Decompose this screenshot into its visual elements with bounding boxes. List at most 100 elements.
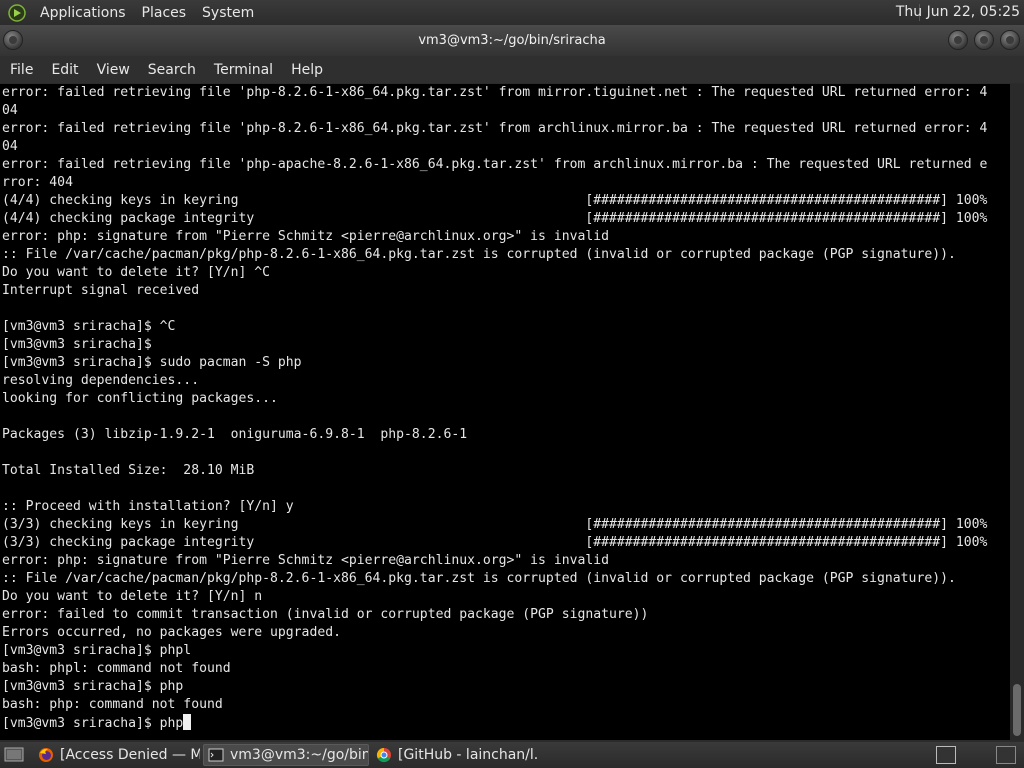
terminal-cursor [183,714,192,730]
workspace-switcher-icon[interactable] [996,746,1016,764]
terminal-line-text: error: failed retrieving file 'php-8.2.6… [2,85,988,100]
close-icon[interactable] [1000,30,1020,50]
terminal-line-text: error: failed to commit transaction (inv… [2,607,649,622]
menu-view[interactable]: View [89,62,138,78]
window-menu-icon[interactable] [3,30,23,50]
terminal-line: Total Installed Size: 28.10 MiB [2,462,1010,480]
terminal-line-text: bash: phpl: command not found [2,661,231,676]
terminal-line-text: (3/3) checking keys in keyring [########… [2,517,988,532]
terminal-line-text: looking for conflicting packages... [2,391,278,406]
terminal-line: looking for conflicting packages... [2,390,1010,408]
terminal-output[interactable]: error: failed retrieving file 'php-8.2.6… [0,84,1010,740]
terminal-line: [vm3@vm3 sriracha]$ [2,336,1010,354]
menu-terminal[interactable]: Terminal [206,62,281,78]
terminal-line-text: rror: 404 [2,175,73,190]
minimize-icon[interactable] [948,30,968,50]
terminal-line-text: Total Installed Size: 28.10 MiB [2,463,255,478]
menubar: File Edit View Search Terminal Help [0,56,1024,83]
terminal-line-text: [vm3@vm3 sriracha]$ phpl [2,643,192,658]
task-label: [GitHub - lainchan/l... [398,747,538,763]
terminal-line: error: failed to commit transaction (inv… [2,606,1010,624]
terminal-line-text: (4/4) checking package integrity [######… [2,211,988,226]
terminal-line: 04 [2,138,1010,156]
places-menu[interactable]: Places [134,5,195,21]
task-label: [Access Denied — M... [60,747,200,763]
terminal-line-text: :: File /var/cache/pacman/pkg/php-8.2.6-… [2,247,956,262]
show-desktop-icon[interactable] [4,746,24,764]
top-panel: Applications Places System Thu Jun 22, 0… [0,0,1024,25]
terminal-icon [208,748,224,762]
terminal-line: [vm3@vm3 sriracha]$ ^C [2,318,1010,336]
chrome-icon [376,747,391,763]
terminal-line: Do you want to delete it? [Y/n] n [2,588,1010,606]
terminal-line-text: Interrupt signal received [2,283,200,298]
clock[interactable]: Thu Jun 22, 05:25 [896,4,1020,20]
window-titlebar[interactable]: vm3@vm3:~/go/bin/sriracha [0,25,1024,56]
task-label: vm3@vm3:~/go/bin... [230,747,369,763]
terminal-line: (3/3) checking package integrity [######… [2,534,1010,552]
terminal-line: Errors occurred, no packages were upgrad… [2,624,1010,642]
terminal-line-text: :: Proceed with installation? [Y/n] y [2,499,294,514]
terminal-line: error: failed retrieving file 'php-8.2.6… [2,120,1010,138]
terminal-line: 04 [2,102,1010,120]
terminal-line: error: failed retrieving file 'php-apach… [2,156,1010,174]
terminal-line-text: bash: php: command not found [2,697,223,712]
applications-menu[interactable]: Applications [32,5,134,21]
menu-edit[interactable]: Edit [43,62,86,78]
terminal-line: (3/3) checking keys in keyring [########… [2,516,1010,534]
terminal-line: Interrupt signal received [2,282,1010,300]
terminal-line: bash: phpl: command not found [2,660,1010,678]
menu-search[interactable]: Search [140,62,204,78]
terminal-line: [vm3@vm3 sriracha]$ phpl [2,642,1010,660]
terminal-line-text: [vm3@vm3 sriracha]$ php [2,679,184,694]
terminal-line-text: Do you want to delete it? [Y/n] ^C [2,265,271,280]
terminal-line: :: File /var/cache/pacman/pkg/php-8.2.6-… [2,570,1010,588]
terminal-line-text: (3/3) checking package integrity [######… [2,535,988,550]
scrollbar-thumb[interactable] [1013,684,1021,736]
terminal-line-text: error: failed retrieving file 'php-apach… [2,157,988,172]
terminal-line: error: php: signature from "Pierre Schmi… [2,228,1010,246]
terminal-line: error: failed retrieving file 'php-8.2.6… [2,84,1010,102]
task-chrome[interactable]: [GitHub - lainchan/l... [372,744,538,766]
terminal-line: error: php: signature from "Pierre Schmi… [2,552,1010,570]
terminal-line-text: :: File /var/cache/pacman/pkg/php-8.2.6-… [2,571,956,586]
terminal-line-text: 04 [2,103,18,118]
terminal-line: resolving dependencies... [2,372,1010,390]
system-menu[interactable]: System [194,5,262,21]
window-title: vm3@vm3:~/go/bin/sriracha [418,33,606,48]
terminal-line-text: [vm3@vm3 sriracha]$ [2,337,152,352]
terminal-line-text: error: failed retrieving file 'php-8.2.6… [2,121,988,136]
terminal-line: [vm3@vm3 sriracha]$ php [2,714,1010,732]
terminal-line-text: [vm3@vm3 sriracha]$ ^C [2,319,176,334]
terminal-line: [vm3@vm3 sriracha]$ sudo pacman -S php [2,354,1010,372]
terminal-line: (4/4) checking keys in keyring [########… [2,192,1010,210]
terminal-scrollbar[interactable] [1010,84,1024,740]
tray-terminal-icon[interactable] [936,746,956,764]
terminal-line-text: Do you want to delete it? [Y/n] n [2,589,263,604]
maximize-icon[interactable] [974,30,994,50]
terminal-line-text: 04 [2,139,18,154]
terminal-line: rror: 404 [2,174,1010,192]
task-firefox[interactable]: [Access Denied — M... [34,744,200,766]
terminal-line-text: resolving dependencies... [2,373,200,388]
terminal-line-text: error: php: signature from "Pierre Schmi… [2,229,609,244]
terminal-line: Do you want to delete it? [Y/n] ^C [2,264,1010,282]
terminal-line-text: Errors occurred, no packages were upgrad… [2,625,341,640]
terminal-line-text: error: php: signature from "Pierre Schmi… [2,553,609,568]
terminal-line: :: File /var/cache/pacman/pkg/php-8.2.6-… [2,246,1010,264]
terminal-line-text: Packages (3) libzip-1.9.2-1 oniguruma-6.… [2,427,468,442]
terminal-line: bash: php: command not found [2,696,1010,714]
taskbar: [Access Denied — M... vm3@vm3:~/go/bin..… [0,742,1024,768]
task-terminal[interactable]: vm3@vm3:~/go/bin... [203,744,369,766]
distro-logo-icon[interactable] [8,3,26,22]
menu-help[interactable]: Help [283,62,331,78]
menu-file[interactable]: File [2,62,41,78]
terminal-line: [vm3@vm3 sriracha]$ php [2,678,1010,696]
terminal-line-text: [vm3@vm3 sriracha]$ php [2,716,184,731]
terminal-line-text: (4/4) checking keys in keyring [########… [2,193,988,208]
terminal-line: :: Proceed with installation? [Y/n] y [2,498,1010,516]
